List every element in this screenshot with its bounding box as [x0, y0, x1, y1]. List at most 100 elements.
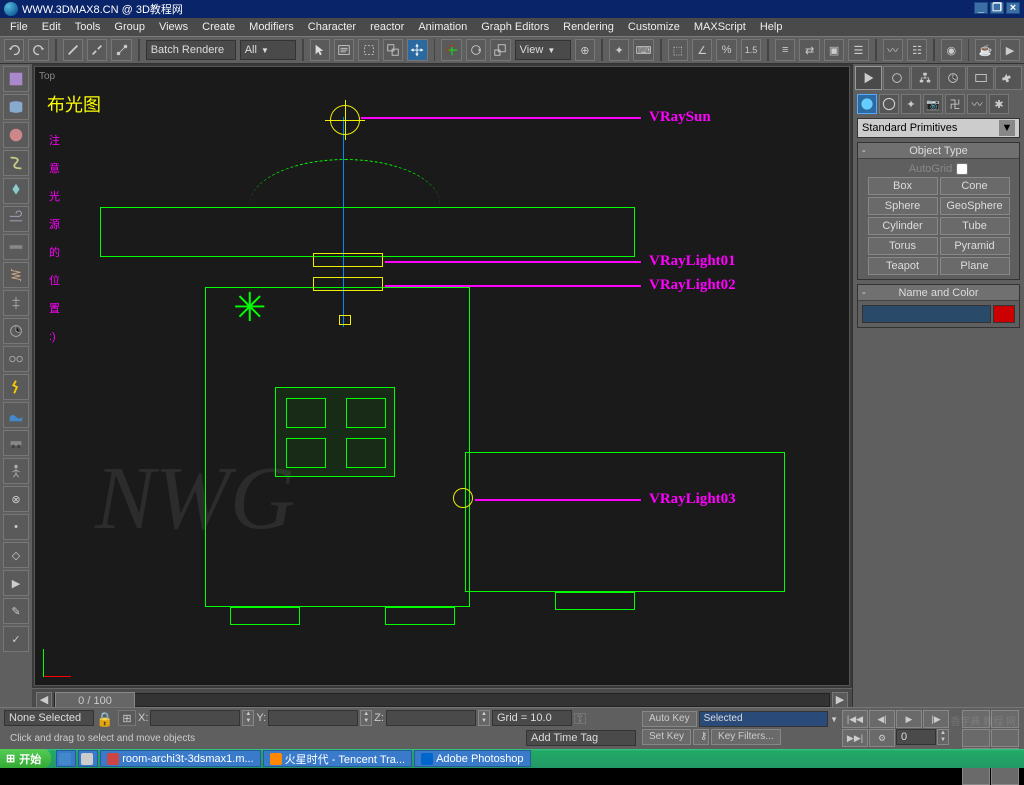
menu-modifiers[interactable]: Modifiers [243, 20, 300, 34]
hinge-icon[interactable]: ⊗ [3, 486, 29, 512]
pivot-button[interactable]: ⊕ [575, 39, 595, 61]
foliage-object[interactable] [235, 299, 271, 335]
menu-file[interactable]: File [4, 20, 34, 34]
window-crossing-button[interactable] [383, 39, 403, 61]
named-selset-button[interactable]: ≡ [775, 39, 795, 61]
rollout-header-object-type[interactable]: -Object Type [858, 143, 1019, 159]
time-slider[interactable]: 0 / 100 [54, 693, 830, 707]
prim-teapot[interactable]: Teapot [868, 257, 938, 275]
layers-button[interactable]: ☰ [848, 39, 868, 61]
refcoord-dropdown[interactable]: View▼ [515, 40, 571, 60]
object-color-swatch[interactable] [993, 305, 1015, 323]
x-spinner[interactable]: ▲▼ [242, 710, 254, 726]
snap-toggle-button[interactable]: ⬚ [668, 39, 688, 61]
maximize-button[interactable]: ❐ [990, 2, 1004, 14]
scale-button[interactable] [490, 39, 510, 61]
prim-pyramid[interactable]: Pyramid [940, 237, 1010, 255]
prism-icon[interactable]: ◇ [3, 542, 29, 568]
time-next-button[interactable]: ▶ [832, 692, 848, 708]
menu-customize[interactable]: Customize [622, 20, 686, 34]
minimize-button[interactable]: _ [974, 2, 988, 14]
arc-rotate-button[interactable] [962, 767, 990, 785]
menu-animation[interactable]: Animation [412, 20, 473, 34]
keymode-dropdown[interactable]: Selected [699, 711, 828, 727]
menu-grapheditors[interactable]: Graph Editors [475, 20, 555, 34]
curve-editor-button[interactable]: 〰 [883, 39, 903, 61]
select-manipulate-button[interactable]: ✦ [609, 39, 629, 61]
menu-create[interactable]: Create [196, 20, 241, 34]
step-1[interactable] [230, 607, 300, 625]
time-config-button[interactable]: ⚙ [869, 729, 895, 747]
cloth-icon[interactable] [3, 94, 29, 120]
menu-rendering[interactable]: Rendering [557, 20, 620, 34]
spinner-snap-button[interactable]: 1.5 [741, 39, 761, 61]
step-3[interactable] [555, 592, 635, 610]
menu-character[interactable]: Character [302, 20, 362, 34]
zoom-extents-all-button[interactable] [991, 729, 1019, 747]
prim-cylinder[interactable]: Cylinder [868, 217, 938, 235]
vraylight02-gizmo[interactable] [313, 277, 383, 291]
motor-icon[interactable] [3, 318, 29, 344]
viewport-top[interactable]: Top 布光图 注意 光源 的位 置:) NWG [34, 66, 850, 686]
fracture-icon[interactable] [3, 374, 29, 400]
preview-icon[interactable]: ▶ [3, 570, 29, 596]
key-icon[interactable]: ⚿ [574, 711, 594, 725]
select-name-button[interactable] [334, 39, 354, 61]
time-prev-button[interactable]: ◀ [36, 692, 52, 708]
menu-edit[interactable]: Edit [36, 20, 67, 34]
zoom-extents-button[interactable] [962, 729, 990, 747]
autokey-button[interactable]: Auto Key [642, 711, 697, 727]
goto-start-button[interactable]: |◀◀ [842, 710, 868, 728]
keyfilters-button[interactable]: Key Filters... [711, 729, 781, 745]
create-tab[interactable] [855, 66, 882, 90]
play-button[interactable]: ▶ [896, 710, 922, 728]
prim-cone[interactable]: Cone [940, 177, 1010, 195]
spring-icon[interactable] [3, 262, 29, 288]
quicklaunch-2[interactable] [78, 750, 98, 767]
material-editor-button[interactable]: ◉ [941, 39, 961, 61]
toy-car-icon[interactable] [3, 430, 29, 456]
motion-tab[interactable] [939, 66, 966, 90]
goto-end-button[interactable]: ▶▶| [842, 729, 868, 747]
next-frame-button[interactable]: |▶ [923, 710, 949, 728]
systems-subtab[interactable]: ✱ [989, 94, 1009, 114]
constraint-icon[interactable] [3, 346, 29, 372]
prim-torus[interactable]: Torus [868, 237, 938, 255]
wind-icon[interactable] [3, 206, 29, 232]
analyze-icon[interactable]: ✓ [3, 626, 29, 652]
shapes-subtab[interactable] [879, 94, 899, 114]
start-button[interactable]: ⊞开始 [0, 749, 51, 768]
selection-filter-dropdown[interactable]: All▼ [240, 40, 296, 60]
menu-tools[interactable]: Tools [69, 20, 107, 34]
z-spinner[interactable]: ▲▼ [478, 710, 490, 726]
helpers-subtab[interactable]: 卍 [945, 94, 965, 114]
plane-icon[interactable] [3, 234, 29, 260]
deforming-icon[interactable] [3, 178, 29, 204]
rope-icon[interactable] [3, 150, 29, 176]
display-tab[interactable] [967, 66, 994, 90]
vraysun-gizmo[interactable] [330, 105, 360, 135]
maximize-viewport-button[interactable] [991, 767, 1019, 785]
cameras-subtab[interactable]: 📷 [923, 94, 943, 114]
taskbar-item-photoshop[interactable]: Adobe Photoshop [414, 750, 530, 767]
mirror-button[interactable]: ⇄ [799, 39, 819, 61]
close-button[interactable]: × [1006, 2, 1020, 14]
select-button[interactable] [310, 39, 330, 61]
category-dropdown[interactable]: Standard Primitives▼ [857, 118, 1020, 138]
schematic-button[interactable]: ☷ [907, 39, 927, 61]
rigid-body-icon[interactable] [3, 66, 29, 92]
lock-selection-icon[interactable]: 🔒 [96, 711, 116, 725]
taskbar-item-browser[interactable]: 火星时代 - Tencent Tra... [263, 750, 412, 767]
modify-tab[interactable] [883, 66, 910, 90]
softbody-icon[interactable] [3, 122, 29, 148]
dashpot-icon[interactable] [3, 290, 29, 316]
menu-views[interactable]: Views [153, 20, 194, 34]
select-move-button[interactable] [407, 39, 427, 61]
prim-tube[interactable]: Tube [940, 217, 1010, 235]
keyboard-shortcut-button[interactable]: ⌨ [633, 39, 653, 61]
x-input[interactable] [150, 710, 240, 726]
prev-frame-button[interactable]: ◀| [869, 710, 895, 728]
rollout-header-name-color[interactable]: -Name and Color [858, 285, 1019, 301]
ragdoll-icon[interactable] [3, 458, 29, 484]
water-icon[interactable] [3, 402, 29, 428]
